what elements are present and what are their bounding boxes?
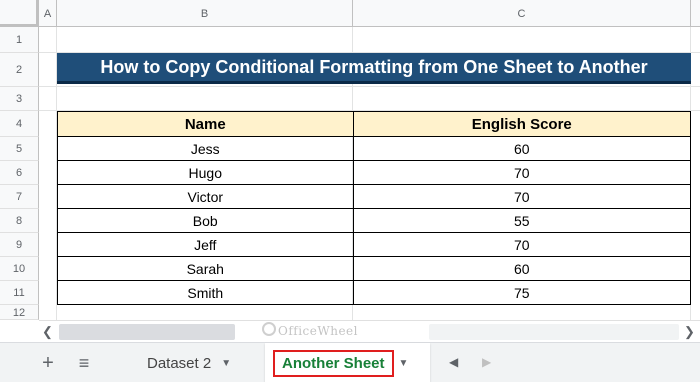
- cell-name[interactable]: Smith: [57, 280, 354, 305]
- row-header-7[interactable]: 7: [0, 185, 39, 209]
- column-header-a[interactable]: A: [39, 0, 57, 27]
- row-header-11[interactable]: 11: [0, 281, 39, 305]
- cell-name[interactable]: Jeff: [57, 232, 354, 257]
- watermark-logo-icon: [262, 322, 276, 336]
- row-header-5[interactable]: 5: [0, 137, 39, 161]
- row-header-9[interactable]: 9: [0, 233, 39, 257]
- row-header-4[interactable]: 4: [0, 111, 39, 137]
- sheet-tab-bar: + ≡ Dataset 2 ▼ Another Sheet ▼ ◀ ▶: [0, 342, 700, 382]
- row-header-3[interactable]: 3: [0, 87, 39, 111]
- scrollbar-track[interactable]: [429, 324, 679, 340]
- tab-scroll-left-icon[interactable]: ◀: [449, 355, 458, 369]
- cell-score[interactable]: 75: [352, 280, 692, 305]
- row-header-2[interactable]: 2: [0, 53, 39, 87]
- cell-score[interactable]: 70: [352, 232, 692, 257]
- data-table: Name English Score Jess 60 Hugo 70 Victo…: [57, 111, 692, 305]
- table-row: Bob 55: [57, 208, 692, 233]
- row-header-6[interactable]: 6: [0, 161, 39, 185]
- cell-score[interactable]: 60: [352, 136, 692, 161]
- row-header-8[interactable]: 8: [0, 209, 39, 233]
- horizontal-scrollbar[interactable]: ❮ ❯: [39, 320, 700, 342]
- table-row: Jess 60: [57, 136, 692, 161]
- tab-dataset-2[interactable]: Dataset 2 ▼: [130, 343, 257, 382]
- tab-another-sheet[interactable]: Another Sheet ▼: [265, 343, 430, 382]
- row-header-10[interactable]: 10: [0, 257, 39, 281]
- add-sheet-button[interactable]: +: [35, 351, 61, 375]
- tab-highlight-box: Another Sheet: [273, 349, 394, 377]
- tab-scroll-right-icon[interactable]: ▶: [482, 355, 491, 369]
- column-header-b[interactable]: B: [57, 0, 353, 27]
- cell-name[interactable]: Sarah: [57, 256, 354, 281]
- menu-icon: ≡: [78, 352, 90, 373]
- gridline: [39, 86, 700, 87]
- cell-score[interactable]: 60: [352, 256, 692, 281]
- header-english-score[interactable]: English Score: [352, 111, 692, 137]
- table-row: Victor 70: [57, 184, 692, 209]
- watermark: OfficeWheel: [278, 324, 358, 338]
- row-header-1[interactable]: 1: [0, 27, 39, 53]
- scroll-left-icon[interactable]: ❮: [42, 324, 53, 340]
- cell-score[interactable]: 70: [352, 184, 692, 209]
- table-row: Jeff 70: [57, 232, 692, 257]
- table-row: Sarah 60: [57, 256, 692, 281]
- chevron-down-icon[interactable]: ▼: [221, 358, 231, 369]
- cell-name[interactable]: Bob: [57, 208, 354, 233]
- header-name[interactable]: Name: [57, 111, 354, 137]
- sheet-title[interactable]: How to Copy Conditional Formatting from …: [57, 53, 691, 84]
- cell-name[interactable]: Jess: [57, 136, 354, 161]
- cell-score[interactable]: 55: [352, 208, 692, 233]
- plus-icon: +: [42, 351, 54, 374]
- cell-name[interactable]: Hugo: [57, 160, 354, 185]
- scroll-right-icon[interactable]: ❯: [684, 324, 695, 340]
- cell-score[interactable]: 70: [352, 160, 692, 185]
- row-header-12[interactable]: 12: [0, 305, 39, 320]
- select-all-corner[interactable]: [0, 0, 39, 27]
- column-header-c[interactable]: C: [353, 0, 691, 27]
- table-header-row: Name English Score: [57, 111, 692, 137]
- cell-name[interactable]: Victor: [57, 184, 354, 209]
- table-row: Hugo 70: [57, 160, 692, 185]
- scrollbar-thumb[interactable]: [59, 324, 235, 340]
- chevron-down-icon[interactable]: ▼: [399, 358, 409, 369]
- table-row: Smith 75: [57, 280, 692, 305]
- all-sheets-button[interactable]: ≡: [71, 351, 97, 375]
